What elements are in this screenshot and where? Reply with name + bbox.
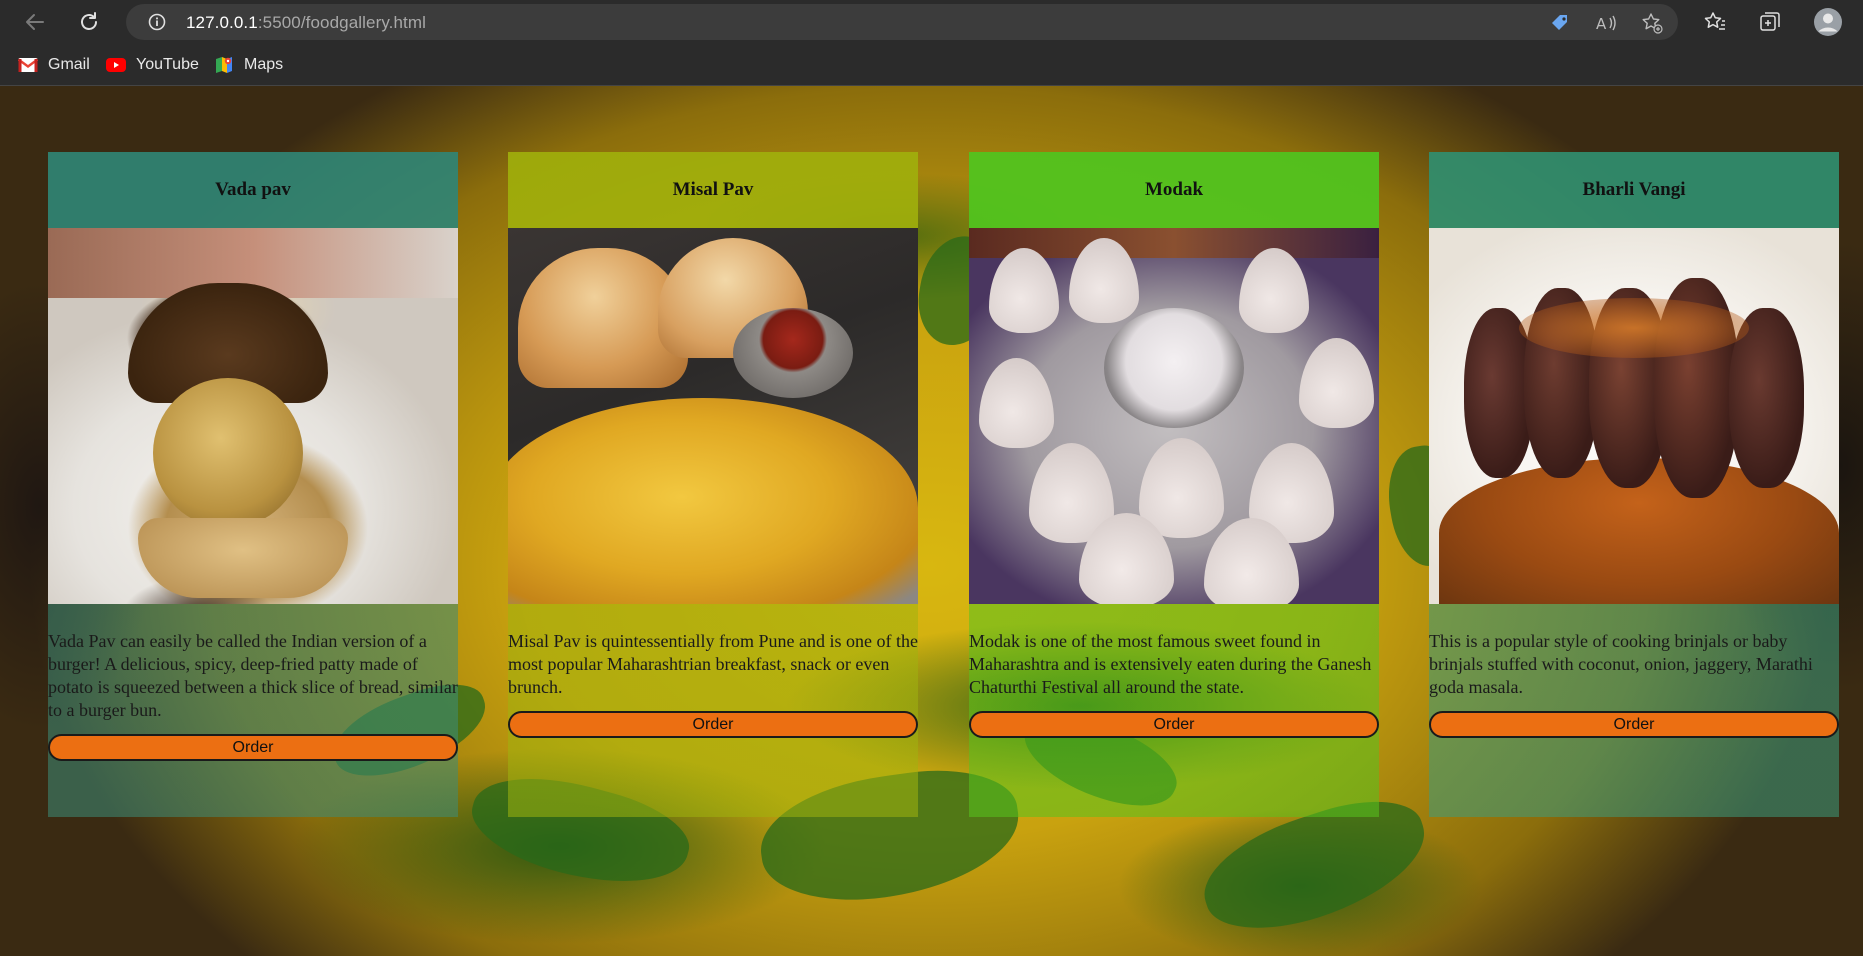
modak-shape	[1239, 248, 1309, 333]
bookmark-youtube[interactable]: YouTube	[106, 53, 199, 77]
food-card-bharli-vangi: Bharli Vangi This is a popular style of …	[1429, 152, 1839, 817]
bowl-shape	[1104, 308, 1244, 428]
url-path: :5500/foodgallery.html	[257, 13, 427, 32]
card-description: Vada Pav can easily be called the Indian…	[48, 631, 458, 720]
pav-bun-shape	[138, 518, 348, 598]
gmail-icon	[18, 58, 38, 72]
order-button[interactable]: Order	[1429, 711, 1839, 738]
card-title: Bharli Vangi	[1429, 152, 1839, 228]
modak-shape	[1299, 338, 1374, 428]
food-card-vada-pav: Vada pav Vada Pav can easily be called t…	[48, 152, 458, 817]
card-title: Modak	[969, 152, 1379, 228]
order-button[interactable]: Order	[48, 734, 458, 761]
browser-toolbar: 127.0.0.1:5500/foodgallery.html A	[0, 0, 1863, 44]
address-bar[interactable]: 127.0.0.1:5500/foodgallery.html A	[126, 4, 1678, 40]
food-card-misal-pav: Misal Pav Misal Pav is quintessentially …	[508, 152, 918, 817]
bharli-vangi-photo	[1429, 228, 1839, 604]
stuffing-shape	[1519, 298, 1749, 358]
bookmark-gmail[interactable]: Gmail	[18, 53, 90, 77]
browser-chrome: 127.0.0.1:5500/foodgallery.html A Gmail …	[0, 0, 1863, 86]
order-button[interactable]: Order	[969, 711, 1379, 738]
shopping-tag-icon[interactable]	[1549, 12, 1571, 34]
order-button[interactable]: Order	[508, 711, 918, 738]
food-card-modak: Modak Modak is one of the most famous sw…	[969, 152, 1379, 817]
bookmark-label: Maps	[244, 56, 284, 73]
favorites-icon[interactable]	[1703, 10, 1727, 34]
usal-bowl-shape	[733, 308, 853, 398]
card-description: Misal Pav is quintessentially from Pune …	[508, 631, 918, 697]
farsan-topping-shape	[508, 398, 918, 604]
food-gallery-page: Vada pav Vada Pav can easily be called t…	[0, 86, 1863, 956]
svg-text:A: A	[1596, 15, 1607, 33]
bookmark-label: Gmail	[48, 56, 90, 73]
card-description: Modak is one of the most famous sweet fo…	[969, 631, 1372, 697]
card-title: Misal Pav	[508, 152, 918, 228]
card-title: Vada pav	[48, 152, 458, 228]
reload-icon	[81, 12, 97, 30]
back-arrow-icon	[26, 14, 44, 30]
bookmark-label: YouTube	[136, 56, 199, 73]
bookmark-maps[interactable]: Maps	[214, 53, 283, 77]
potato-vada-shape	[153, 378, 303, 528]
reload-button[interactable]	[75, 8, 103, 36]
url-host: 127.0.0.1	[186, 13, 258, 32]
profile-avatar-icon[interactable]	[1813, 7, 1843, 37]
vada-pav-photo	[48, 228, 458, 604]
bookmarks-bar: Gmail YouTube Maps	[0, 44, 1863, 86]
modak-shape	[989, 248, 1059, 333]
card-description: This is a popular style of cooking brinj…	[1429, 631, 1813, 697]
maps-icon	[216, 57, 232, 73]
read-aloud-icon[interactable]: A	[1595, 12, 1617, 34]
modak-photo	[969, 228, 1379, 604]
back-button[interactable]	[21, 8, 49, 36]
modak-shape	[979, 358, 1054, 448]
misal-pav-photo	[508, 228, 918, 604]
site-info-icon[interactable]	[148, 13, 166, 31]
url-text: 127.0.0.1:5500/foodgallery.html	[186, 13, 426, 33]
collections-icon[interactable]	[1758, 10, 1782, 34]
youtube-icon	[106, 58, 126, 72]
add-favorite-icon[interactable]	[1641, 12, 1663, 34]
